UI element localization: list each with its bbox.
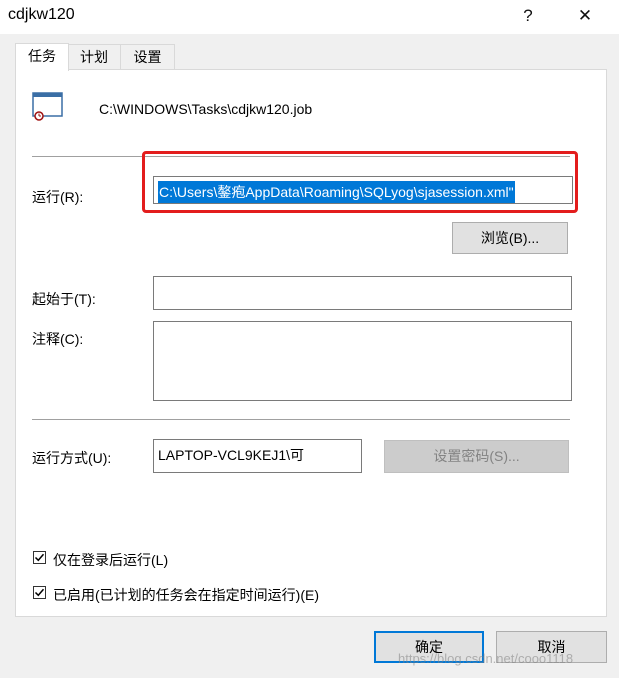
run-as-label: 运行方式(U): <box>32 450 112 466</box>
start-in-label: 起始于(T): <box>32 291 96 307</box>
red-highlight-box <box>142 151 578 213</box>
watermark: https://blog.csdn.net/cooo1118 <box>398 651 574 666</box>
window-title: cdjkw120 <box>8 6 75 23</box>
close-button[interactable]: ✕ <box>565 4 605 28</box>
start-in-field[interactable] <box>153 276 572 310</box>
title-bar: cdjkw120 ? ✕ <box>0 0 619 34</box>
run-only-logged-on-label[interactable]: 仅在登录后运行(L) <box>53 550 168 570</box>
comment-label: 注释(C): <box>32 331 84 347</box>
enabled-checkbox[interactable] <box>33 586 46 599</box>
run-as-field[interactable]: LAPTOP-VCL9KEJ1\可 <box>153 439 362 473</box>
help-button[interactable]: ? <box>508 4 548 28</box>
tab-schedule[interactable]: 计划 <box>67 44 121 70</box>
enabled-label[interactable]: 已启用(已计划的任务会在指定时间运行)(E) <box>53 585 319 605</box>
browse-button[interactable]: 浏览(B)... <box>452 222 568 254</box>
tab-task[interactable]: 任务 <box>15 43 69 71</box>
run-only-logged-on-checkbox[interactable] <box>33 551 46 564</box>
checkmark-icon <box>34 553 45 562</box>
run-label: 运行(R): <box>32 189 84 205</box>
comment-field[interactable] <box>153 321 572 401</box>
task-path: C:\WINDOWS\Tasks\cdjkw120.job <box>99 101 313 117</box>
tab-settings[interactable]: 设置 <box>120 44 175 70</box>
separator <box>32 419 570 421</box>
task-file-icon <box>31 92 65 122</box>
set-password-button[interactable]: 设置密码(S)... <box>384 440 569 473</box>
checkmark-icon <box>34 588 45 597</box>
